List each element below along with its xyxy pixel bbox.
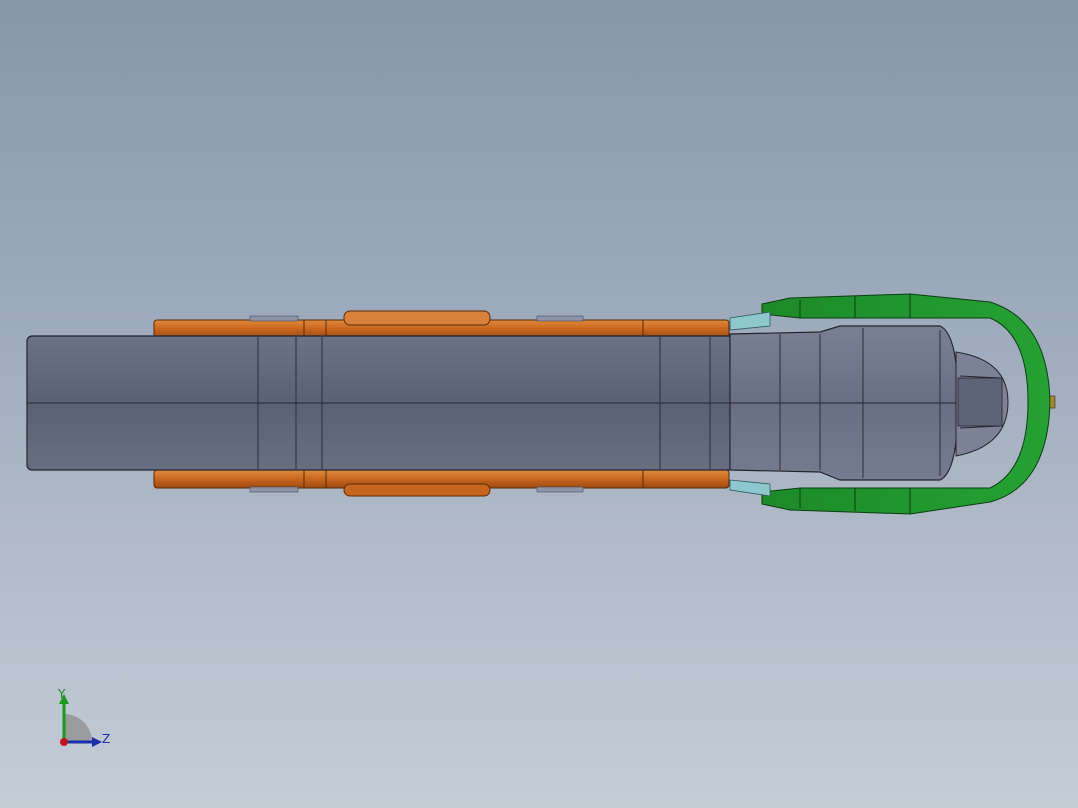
view-triad[interactable]: Y Z (48, 684, 118, 754)
triad-z-label: Z (102, 732, 111, 746)
side-rail-bottom[interactable] (153, 469, 730, 497)
handle-head[interactable] (729, 325, 1009, 481)
graphics-viewport[interactable]: Y Z (0, 0, 1078, 808)
handle-body[interactable] (26, 335, 734, 471)
cad-model[interactable] (0, 0, 1078, 808)
side-rail-top[interactable] (153, 310, 730, 339)
triad-y-label: Y (58, 687, 66, 701)
